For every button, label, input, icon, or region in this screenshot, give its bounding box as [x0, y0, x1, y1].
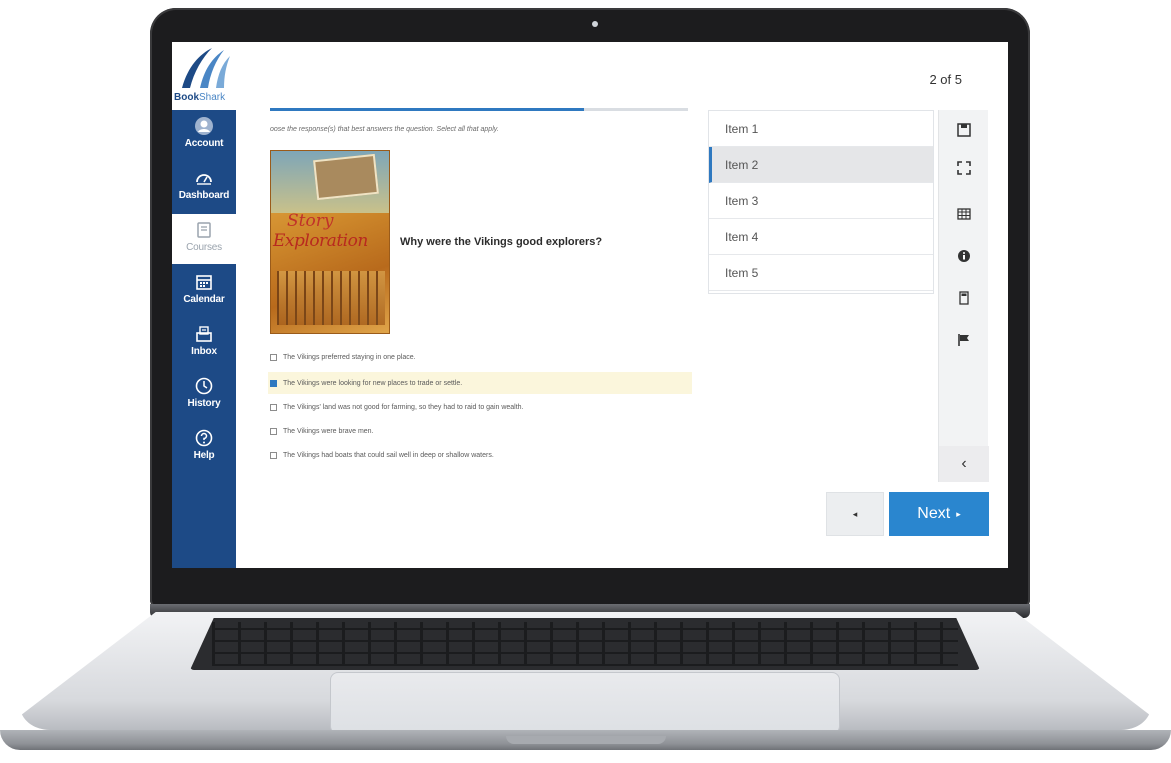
item-5[interactable]: Item 5	[709, 255, 933, 291]
nav-help-label: Help	[193, 450, 215, 461]
answer-checkbox[interactable]	[270, 353, 277, 361]
inbox-icon	[196, 326, 212, 342]
courses-icon	[197, 222, 211, 238]
book-cover-ships	[277, 271, 385, 325]
account-icon	[195, 117, 213, 135]
answer-checkbox[interactable]	[270, 403, 277, 411]
book-cover-title-line2: Exploration	[273, 231, 368, 251]
next-arrow-icon: ▸	[956, 508, 961, 519]
calculator-button[interactable]	[939, 280, 989, 316]
page-counter: 2 of 5	[929, 72, 962, 87]
question-prompt: Why were the Vikings good explorers?	[400, 236, 603, 248]
answer-option[interactable]: The Vikings' land was not good for farmi…	[268, 396, 692, 418]
item-2[interactable]: Item 2	[709, 147, 933, 183]
laptop-keyboard	[190, 618, 980, 670]
nav-dashboard-label: Dashboard	[178, 190, 230, 201]
answer-checkbox[interactable]	[270, 427, 277, 435]
nav-calendar[interactable]: Calendar	[172, 266, 236, 316]
flag-icon	[958, 334, 969, 346]
item-4[interactable]: Item 4	[709, 219, 933, 255]
answer-option-text: The Vikings were looking for new places …	[283, 379, 463, 387]
help-icon	[195, 429, 213, 447]
laptop-mockup: BookShark Account Dashboard Courses Cale…	[0, 0, 1171, 763]
answer-option-text: The Vikings preferred staying in one pla…	[283, 353, 416, 361]
flag-button[interactable]	[939, 322, 989, 358]
save-icon	[957, 123, 971, 137]
previous-arrow-icon: ◂	[852, 508, 858, 519]
laptop-notch	[506, 736, 666, 744]
info-icon	[958, 250, 970, 262]
calendar-icon	[196, 275, 212, 290]
nav-help[interactable]: Help	[172, 422, 236, 472]
fullscreen-button[interactable]	[939, 150, 989, 186]
progress-fill	[270, 108, 584, 111]
answer-checkbox[interactable]	[270, 379, 277, 387]
dashboard-icon	[196, 174, 212, 185]
nav-account[interactable]: Account	[172, 110, 236, 160]
table-icon	[957, 208, 971, 220]
next-button[interactable]: Next ▸	[889, 492, 989, 536]
book-cover-photo	[313, 153, 379, 201]
answer-option-text: The Vikings were brave men.	[283, 427, 374, 435]
item-3[interactable]: Item 3	[709, 183, 933, 219]
answer-option-text: The Vikings had boats that could sail we…	[283, 451, 494, 459]
calculator-icon	[959, 291, 969, 305]
logo-wordmark: BookShark	[174, 92, 226, 103]
webcam	[592, 21, 598, 27]
keyboard-keys	[212, 622, 958, 666]
question-instructions: oose the response(s) that best answers t…	[270, 126, 499, 133]
nav-courses[interactable]: Courses	[172, 214, 236, 264]
logo-swoosh-icon	[182, 48, 230, 88]
answer-option[interactable]: The Vikings preferred staying in one pla…	[268, 346, 692, 368]
table-button[interactable]	[939, 196, 989, 232]
tool-panel: ‹	[938, 110, 989, 482]
book-cover-title-line1: Story	[287, 211, 334, 231]
nav-account-label: Account	[184, 138, 224, 149]
laptop-trackpad	[330, 672, 840, 734]
fullscreen-icon	[957, 161, 971, 175]
answer-option[interactable]: The Vikings were looking for new places …	[268, 372, 692, 394]
book-cover-image: Story Exploration	[270, 150, 390, 334]
item-1[interactable]: Item 1	[709, 111, 933, 147]
answer-option-text: The Vikings' land was not good for farmi…	[283, 403, 524, 411]
next-button-label: Next	[917, 505, 951, 522]
nav-calendar-label: Calendar	[183, 294, 225, 305]
nav-dashboard[interactable]: Dashboard	[172, 162, 236, 212]
nav-inbox[interactable]: Inbox	[172, 318, 236, 368]
previous-button[interactable]: ◂	[826, 492, 884, 536]
nav-history[interactable]: History	[172, 370, 236, 420]
progress-bar	[270, 108, 688, 111]
item-navigator: Item 1 Item 2 Item 3 Item 4 Item 5	[708, 110, 934, 294]
save-button[interactable]	[939, 112, 989, 148]
history-icon	[195, 377, 213, 395]
nav-inbox-label: Inbox	[191, 346, 217, 357]
info-button[interactable]	[939, 238, 989, 274]
collapse-panel-button[interactable]: ‹	[939, 446, 989, 482]
global-nav-sidebar: BookShark Account Dashboard Courses Cale…	[172, 42, 236, 568]
app-screen: BookShark Account Dashboard Courses Cale…	[172, 42, 1008, 568]
answer-option[interactable]: The Vikings were brave men.	[268, 420, 692, 442]
answer-checkbox[interactable]	[270, 451, 277, 459]
bookshark-logo[interactable]: BookShark	[172, 42, 236, 110]
nav-courses-label: Courses	[186, 242, 222, 253]
answer-option[interactable]: The Vikings had boats that could sail we…	[268, 444, 692, 466]
nav-history-label: History	[187, 398, 221, 409]
